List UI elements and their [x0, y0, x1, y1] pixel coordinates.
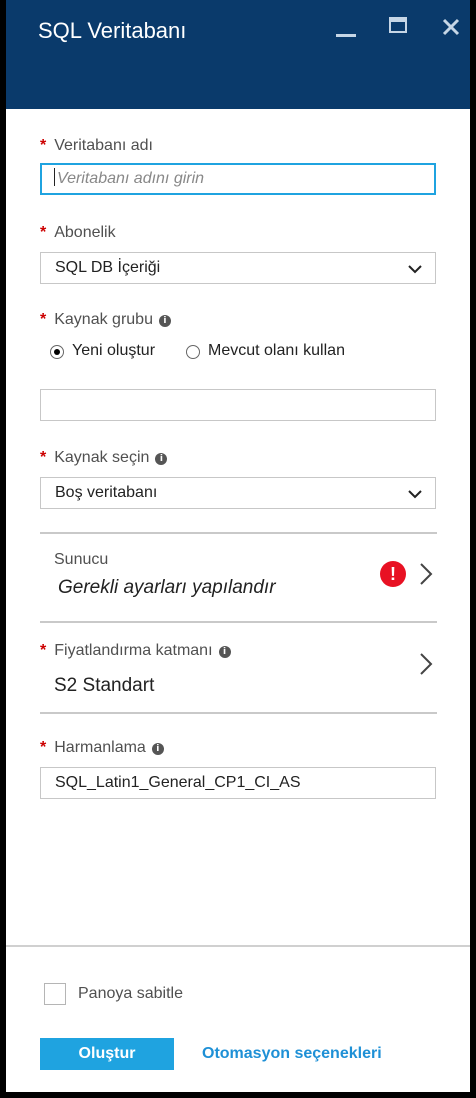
- required-marker: *: [40, 311, 47, 328]
- pin-to-dashboard-checkbox[interactable]: [44, 983, 66, 1005]
- required-marker: *: [40, 224, 47, 241]
- blade-window: SQL Veritabanı * Veritabanı adı Veritaban…: [6, 0, 470, 1092]
- collation-label: * Harmanlama i: [40, 739, 164, 757]
- info-icon[interactable]: i: [218, 646, 231, 658]
- source-value: Boş veritabanı: [55, 484, 158, 501]
- info-icon[interactable]: i: [158, 315, 171, 327]
- maximize-icon[interactable]: [389, 17, 407, 33]
- server-title: Sunucu: [54, 551, 109, 568]
- chevron-down-icon: [408, 490, 422, 499]
- radio-create-new[interactable]: Yeni oluştur: [50, 342, 155, 360]
- title-bar: SQL Veritabanı: [6, 0, 470, 109]
- resource-group-label: * Kaynak grubu i: [40, 311, 171, 329]
- create-button[interactable]: Oluştur: [40, 1038, 174, 1070]
- source-label: * Kaynak seçin i: [40, 449, 168, 467]
- minimize-icon[interactable]: [336, 17, 356, 37]
- required-marker: *: [40, 739, 47, 756]
- chevron-right-icon[interactable]: [419, 562, 433, 586]
- db-name-placeholder: Veritabanı adını girin: [57, 170, 205, 187]
- db-name-label: * Veritabanı adı: [40, 137, 153, 154]
- resource-group-input[interactable]: [40, 389, 436, 421]
- divider: [40, 621, 437, 623]
- db-name-input[interactable]: Veritabanı adını girin: [40, 163, 436, 195]
- chevron-right-icon[interactable]: [419, 652, 433, 676]
- chevron-down-icon: [408, 265, 422, 274]
- server-value: Gerekli ayarları yapılandır: [58, 577, 276, 598]
- required-marker: *: [40, 642, 47, 659]
- required-marker: *: [40, 137, 47, 154]
- info-icon[interactable]: i: [151, 743, 164, 755]
- subscription-label: * Abonelik: [40, 224, 116, 241]
- text-caret: [54, 168, 55, 186]
- subscription-value: SQL DB İçeriği: [55, 259, 161, 276]
- collation-input[interactable]: SQL_Latin1_General_CP1_CI_AS: [40, 767, 436, 799]
- radio-selected-icon: [50, 345, 64, 359]
- info-icon[interactable]: i: [155, 453, 168, 465]
- pin-to-dashboard-label: Panoya sabitle: [78, 985, 183, 1002]
- radio-use-existing[interactable]: Mevcut olanı kullan: [186, 342, 345, 360]
- pricing-label: * Fiyatlandırma katmanı i: [40, 642, 231, 660]
- window-title: SQL Veritabanı: [38, 18, 187, 43]
- divider: [40, 712, 437, 714]
- close-icon[interactable]: [441, 17, 461, 37]
- pricing-value: S2 Standart: [54, 675, 155, 696]
- required-marker: *: [40, 449, 47, 466]
- divider: [40, 532, 437, 534]
- radio-unselected-icon: [186, 345, 200, 359]
- footer-divider: [6, 945, 470, 947]
- source-select[interactable]: Boş veritabanı: [40, 477, 436, 509]
- subscription-select[interactable]: SQL DB İçeriği: [40, 252, 436, 284]
- automation-options-link[interactable]: Otomasyon seçenekleri: [202, 1045, 382, 1063]
- error-icon: !: [380, 561, 406, 587]
- collation-value: SQL_Latin1_General_CP1_CI_AS: [55, 774, 301, 791]
